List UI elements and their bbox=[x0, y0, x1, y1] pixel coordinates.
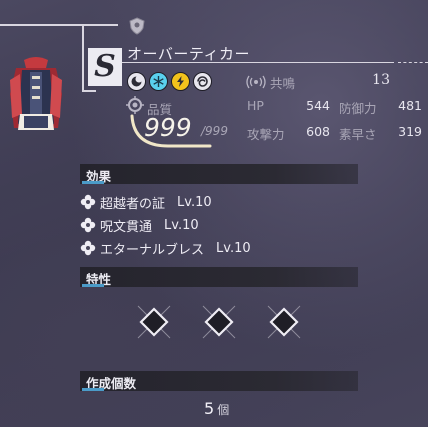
speed-value: 319 bbox=[398, 124, 422, 139]
effect-item[interactable]: エターナルブレス Lv.10 bbox=[80, 238, 251, 258]
frame-top-line bbox=[0, 24, 118, 26]
diamond-icon bbox=[137, 305, 171, 339]
effect-level: Lv.10 bbox=[164, 217, 199, 233]
dark-element-icon bbox=[127, 72, 146, 91]
header-dash bbox=[398, 62, 428, 64]
frame-mid-line bbox=[82, 90, 96, 92]
grade-badge: S bbox=[88, 48, 122, 86]
section-accent bbox=[82, 181, 104, 184]
create-count-value: 5 bbox=[204, 399, 215, 418]
effect-name: 超越者の証 bbox=[100, 196, 166, 212]
resonance-icon bbox=[246, 74, 266, 89]
section-accent bbox=[82, 284, 104, 287]
diamond-icon bbox=[202, 305, 236, 339]
effect-flower-icon bbox=[80, 240, 96, 256]
effect-item[interactable]: 呪文貫通 Lv.10 bbox=[80, 215, 199, 235]
hp-value: 544 bbox=[306, 98, 330, 113]
effect-flower-icon bbox=[80, 194, 96, 210]
ice-element-icon bbox=[149, 72, 168, 91]
wind-element-icon bbox=[193, 72, 212, 91]
effect-item[interactable]: 超越者の証 Lv.10 bbox=[80, 192, 212, 212]
resonance-value: 13 bbox=[372, 72, 390, 88]
quality-max: /999 bbox=[201, 124, 228, 138]
defense-value: 481 bbox=[398, 98, 422, 113]
create-count-unit: 個 bbox=[217, 403, 230, 417]
effects-section-header: 効果 bbox=[80, 164, 358, 184]
hp-label: HP bbox=[247, 98, 264, 113]
defense-label: 防御力 bbox=[339, 101, 377, 116]
create-count: 5 個 bbox=[204, 399, 229, 418]
lightning-element-icon bbox=[171, 72, 190, 91]
attack-label: 攻撃力 bbox=[247, 127, 285, 142]
effect-flower-icon bbox=[80, 217, 96, 233]
effect-name: エターナルブレス bbox=[100, 242, 205, 258]
effect-level: Lv.10 bbox=[216, 240, 251, 256]
shield-icon bbox=[129, 17, 145, 35]
frame-vertical-line bbox=[82, 24, 84, 92]
speed-label: 素早さ bbox=[339, 127, 377, 142]
diamond-icon bbox=[267, 305, 301, 339]
trait-slot-empty[interactable] bbox=[136, 304, 172, 340]
item-image bbox=[6, 54, 66, 134]
traits-section-header: 特性 bbox=[80, 267, 358, 287]
trait-slot-empty[interactable] bbox=[266, 304, 302, 340]
trait-slot-empty[interactable] bbox=[201, 304, 237, 340]
effect-level: Lv.10 bbox=[177, 194, 212, 210]
resonance-label: 共鳴 bbox=[270, 76, 296, 91]
count-section-header: 作成個数 bbox=[80, 371, 358, 391]
effect-name: 呪文貫通 bbox=[100, 219, 153, 235]
quality-value: 999 bbox=[144, 113, 192, 142]
attack-value: 608 bbox=[306, 124, 330, 139]
item-name: オーバーティカー bbox=[127, 45, 250, 63]
section-accent bbox=[82, 388, 104, 391]
